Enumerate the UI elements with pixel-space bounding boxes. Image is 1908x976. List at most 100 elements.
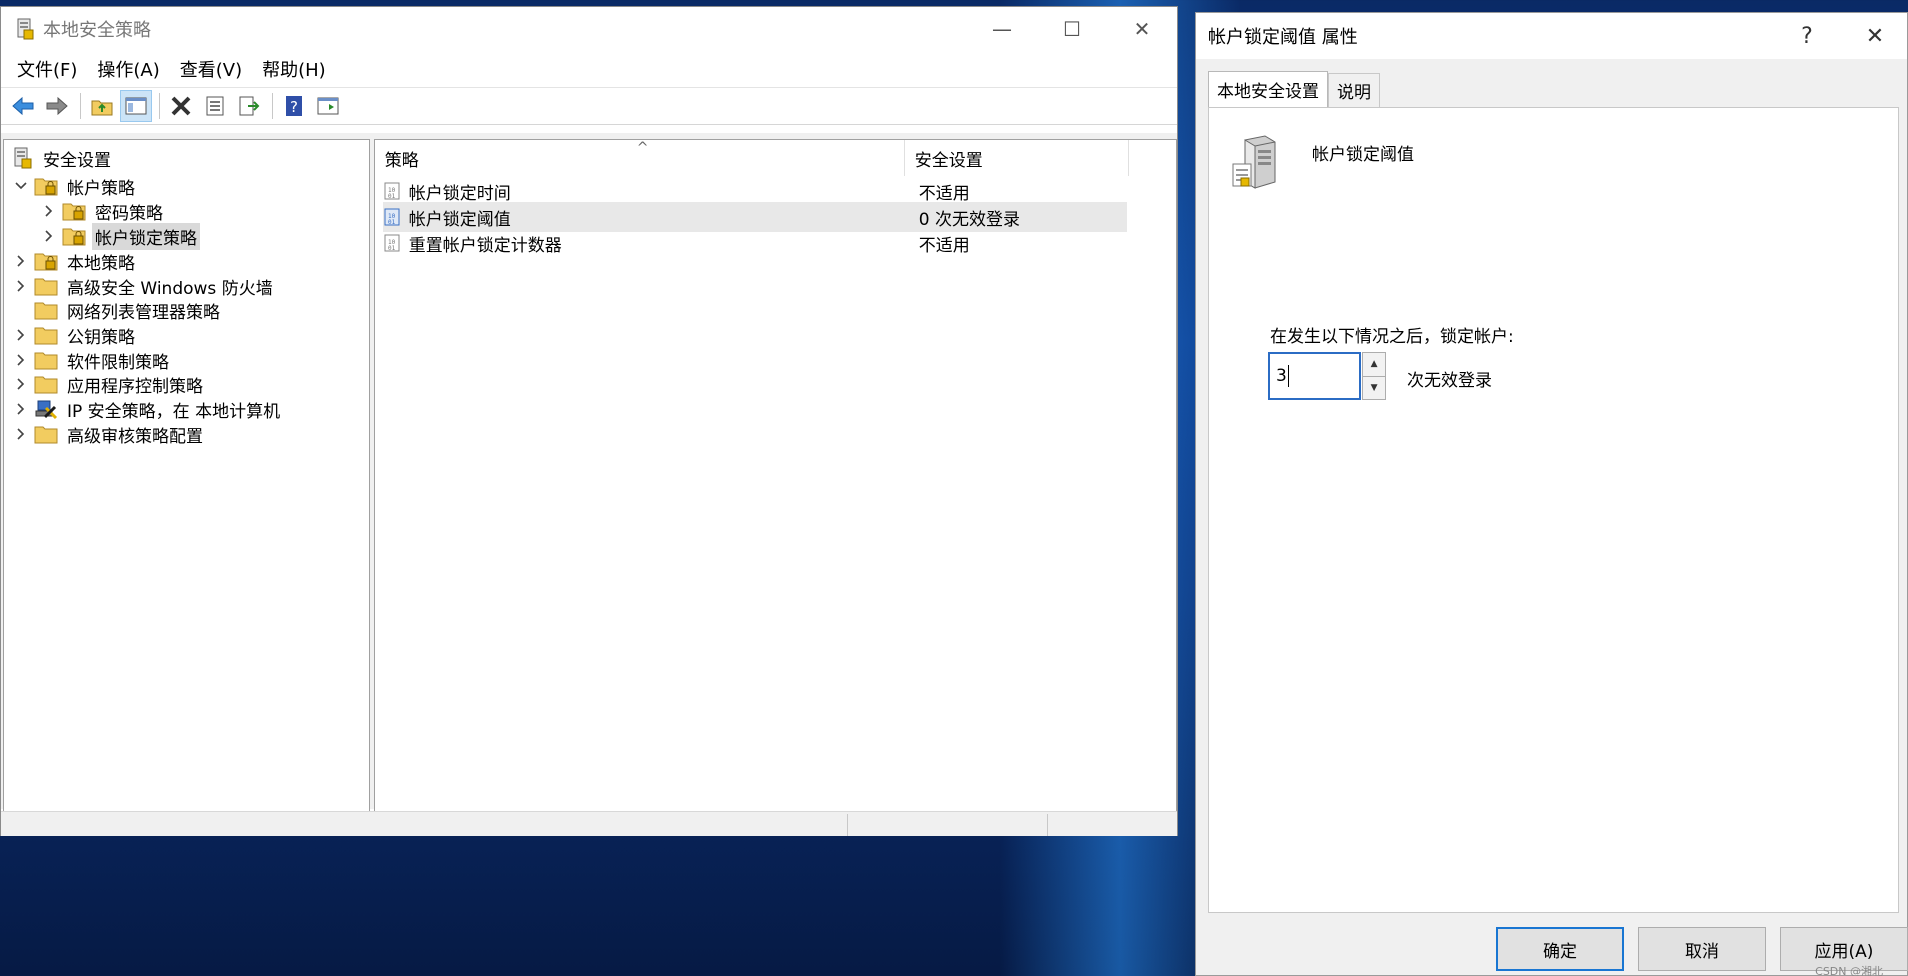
tree-item-account-lockout-policy[interactable]: 帐户锁定策略 [40,222,200,250]
action-pane-icon [317,97,339,115]
chevron-placeholder [12,301,30,319]
table-row[interactable]: 10 01 重置帐户锁定计数器 不适用 [383,228,1127,258]
lockout-threshold-label: 在发生以下情况之后，锁定帐户: [1270,327,1514,347]
watermark: CSDN @湘北 [1815,965,1883,976]
window-title: 本地安全策略 [43,20,151,41]
chevron-right-icon[interactable] [12,400,30,418]
chevron-right-icon[interactable] [40,202,58,220]
toolbar: ? [1,87,1177,125]
console-tree-icon [125,97,147,115]
menubar: 文件(F) 操作(A) 查看(V) 帮助(H) [1,51,1177,87]
menu-help[interactable]: 帮助(H) [252,56,336,82]
tree-item-public-key-policies[interactable]: 公钥策略 [12,321,138,349]
chevron-right-icon[interactable] [12,252,30,270]
properties-button[interactable] [199,90,231,122]
toolbar-separator [80,93,81,119]
tree-item-account-policies[interactable]: 帐户策略 [12,172,138,200]
properties-sheet-icon [206,96,224,116]
chevron-right-icon[interactable] [12,425,30,443]
dialog-titlebar[interactable]: 帐户锁定阈值 属性 ? ✕ [1196,13,1907,59]
dialog-help-button[interactable]: ? [1777,13,1837,59]
column-header-policy[interactable]: 策略 ^ [375,140,905,176]
menu-view[interactable]: 查看(V) [170,56,252,82]
tree-item-security-settings[interactable]: 安全设置 [12,144,114,172]
svg-text:01: 01 [388,219,396,226]
tree-item-label: 帐户策略 [67,178,135,199]
menu-file[interactable]: 文件(F) [7,56,87,82]
chevron-right-icon[interactable] [12,277,30,295]
lockout-threshold-stepper: 3 ▲ ▼ [1268,352,1386,400]
tree-item-application-control[interactable]: 应用程序控制策略 [12,370,206,398]
cancel-button[interactable]: 取消 [1638,927,1766,971]
column-header-security-setting[interactable]: 安全设置 [905,140,1129,176]
threshold-value: 3 [1276,366,1287,386]
window-titlebar[interactable]: 本地安全策略 — ☐ ✕ [1,7,1177,51]
console-tree-pane: 安全设置 帐户策略 密码策略 帐户锁定策略 本地策略 高级安全 Windows … [3,139,370,815]
policy-name: 帐户锁定阈值 [408,209,511,230]
show-hide-tree-button[interactable] [120,90,152,122]
tree-item-network-list-manager[interactable]: 网络列表管理器策略 [12,296,223,324]
maximize-button[interactable]: ☐ [1037,7,1107,51]
up-level-button[interactable] [86,90,118,122]
folder-up-icon [91,100,113,116]
dialog-close-button[interactable]: ✕ [1845,13,1905,59]
delete-button[interactable] [165,90,197,122]
close-button[interactable]: ✕ [1107,7,1177,51]
policy-setting: 不适用 [918,235,970,256]
status-bar [1,811,1177,836]
tree-item-ip-security[interactable]: IP 安全策略，在 本地计算机 [12,395,283,423]
spin-up-button[interactable]: ▲ [1363,353,1385,377]
help-button[interactable]: ? [278,90,310,122]
tree-item-label: 应用程序控制策略 [67,376,203,397]
tree-item-label: 公钥策略 [67,327,135,348]
column-header-label: 安全设置 [914,150,983,171]
folder-icon [34,426,58,444]
locked-folder-icon [34,253,58,271]
spin-down-button[interactable]: ▼ [1363,376,1385,399]
invalid-logon-unit-label: 次无效登录 [1407,371,1492,391]
export-list-icon [239,96,260,116]
ok-button[interactable]: 确定 [1496,927,1624,971]
chevron-right-icon[interactable] [40,227,58,245]
policy-name: 重置帐户锁定计数器 [408,235,562,256]
policy-title: 帐户锁定阈值 [1312,145,1414,165]
tree-item-local-policies[interactable]: 本地策略 [12,247,138,275]
chevron-down-icon[interactable] [12,177,30,195]
menu-action[interactable]: 操作(A) [87,56,169,82]
triangle-down-icon: ▼ [1370,382,1378,393]
minimize-button[interactable]: — [967,7,1037,51]
tree-item-label: IP 安全策略，在 本地计算机 [67,401,281,422]
policy-setting: 0 次无效登录 [918,209,1020,230]
ip-security-icon [35,400,58,420]
tree-item-label: 安全设置 [43,150,111,171]
locked-folder-icon [34,178,58,196]
dialog-tabs: 本地安全设置 说明 [1208,71,1380,107]
chevron-right-icon[interactable] [12,326,30,344]
locked-folder-icon [62,203,86,221]
folder-icon [34,302,58,320]
status-divider [1047,814,1048,836]
forward-button[interactable] [41,90,73,122]
export-list-button[interactable] [233,90,265,122]
tree-item-advanced-audit[interactable]: 高级审核策略配置 [12,420,206,448]
folder-icon [34,278,58,296]
delete-x-icon [171,96,191,116]
action-pane-button[interactable] [312,90,344,122]
svg-text:01: 01 [388,193,396,200]
tree-item-label: 密码策略 [95,203,163,224]
svg-text:01: 01 [388,245,396,252]
tab-explain[interactable]: 说明 [1328,73,1380,107]
tab-local-security-setting[interactable]: 本地安全设置 [1208,71,1328,107]
folder-icon [34,376,58,394]
spin-buttons: ▲ ▼ [1362,352,1386,400]
lockout-threshold-input[interactable]: 3 [1268,352,1362,400]
chevron-right-icon[interactable] [12,375,30,393]
folder-icon [34,327,58,345]
back-button[interactable] [7,90,39,122]
policy-setting: 不适用 [918,183,970,204]
window-controls: — ☐ ✕ [967,7,1177,51]
tab-panel: 帐户锁定阈值 在发生以下情况之后，锁定帐户: 3 ▲ ▼ 次无效登录 [1208,107,1899,913]
chevron-right-icon[interactable] [12,351,30,369]
list-header: 策略 ^ 安全设置 [375,140,1176,176]
tree-item-password-policy[interactable]: 密码策略 [40,197,166,225]
